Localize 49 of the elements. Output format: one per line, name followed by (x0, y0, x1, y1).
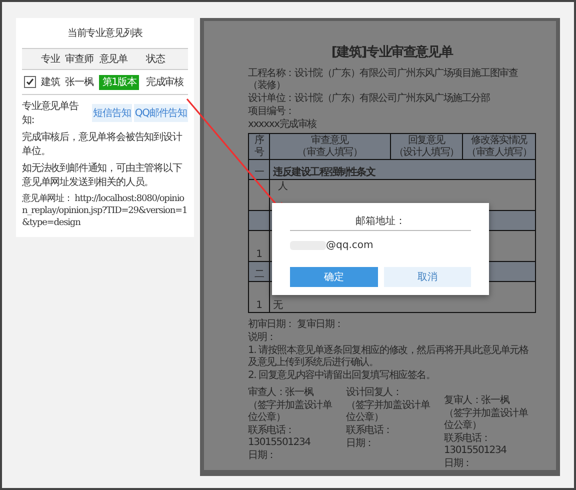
column-header: 意见单 (97, 48, 144, 70)
dialog-label: 邮箱地址： (290, 214, 471, 231)
signature-line: （签字并加盖设计单位公章） (444, 408, 530, 432)
column-header: 审查师 (63, 48, 98, 70)
info-line: 设计单位：设计院（广东）有限公司广州东风广场施工分部 (248, 93, 491, 105)
notify-link[interactable]: QQ邮件告知 (134, 104, 188, 122)
signature-line: 复审人：张一枫 (444, 395, 510, 407)
version-badge[interactable]: 第1版本 (99, 75, 140, 90)
notify-link[interactable]: 短信告知 (92, 104, 132, 122)
table-cell: 张一枫 (63, 70, 98, 94)
column-header: 修改落实情况 （审查人填写） (462, 134, 536, 160)
note-text: 2. 回复意见内容中请留出回复填写相应签名。 (248, 370, 436, 382)
info-line: 项目编号： (248, 106, 296, 118)
document-title: [建筑]专业审查意见单 (330, 44, 454, 61)
column-header: 状态 (144, 48, 188, 70)
table-cell: 完成审核 (144, 70, 188, 94)
confirm-button[interactable]: 确定 (290, 267, 378, 287)
cancel-button[interactable]: 取消 (384, 267, 471, 287)
signature-line: 日期： (444, 458, 473, 470)
url-text: 意见单网址： http://localhost:8080/opinion_replay/opinion.jsp?TID=29&version=1&type=design (22, 193, 188, 230)
row-number: 一 (248, 160, 270, 180)
info-line: 工程名称：设计院（广东）有限公司广州东风广场项目施工图审查（装修） (248, 68, 519, 92)
signature-line: 联系电话：13015501234 (248, 425, 312, 449)
checkbox[interactable] (24, 76, 36, 88)
note-text: 完成审核后，意见单将会被告知到设计单位。 (22, 131, 184, 158)
row-number: 1 (248, 282, 270, 312)
signature-line: （签字并加盖设计单位公章） (346, 400, 432, 424)
signature-line: 设计回复人： (346, 387, 403, 399)
row-number: 二 (248, 262, 270, 282)
note-text: 1. 请按照本意见单逐条回复相应的修改，然后再将开具此意见单元格及意见上传到系统后进行确认。 (248, 345, 530, 369)
signature-line: 联系电话：13015501234 (444, 433, 508, 457)
note-text: 如无法收到邮件通知，可由主管将以下意见单网址发送到相关的人员。 (22, 162, 184, 189)
signature-line: 审查人：张一枫 (248, 387, 314, 399)
panel-title: 当前专业意见列表 (66, 26, 144, 40)
notify-label: 专业意见单告知: (22, 100, 80, 127)
column-header: 回复意见 （设计人填写） (390, 134, 463, 160)
column-header: 专业 (38, 48, 64, 70)
signature-line: 日期： (248, 450, 277, 462)
column-header: 序号 (248, 134, 270, 160)
row-text: 违反建设工程强制性条文 (270, 160, 536, 180)
signature-line: 日期： (346, 438, 375, 450)
info-line: xxxxxx完成审核 (248, 119, 318, 131)
email-field[interactable]: @qq.com (290, 235, 471, 255)
signature-line: （签字并加盖设计单位公章） (248, 400, 334, 424)
column-header: 审查意见 （审查人填写） (270, 134, 390, 160)
table-cell: 建筑 (38, 70, 64, 94)
dates-line: 初审日期： 复审日期： (248, 319, 344, 331)
signature-line: 联系电话： (346, 425, 394, 437)
notes-title: 说明： (248, 332, 277, 344)
